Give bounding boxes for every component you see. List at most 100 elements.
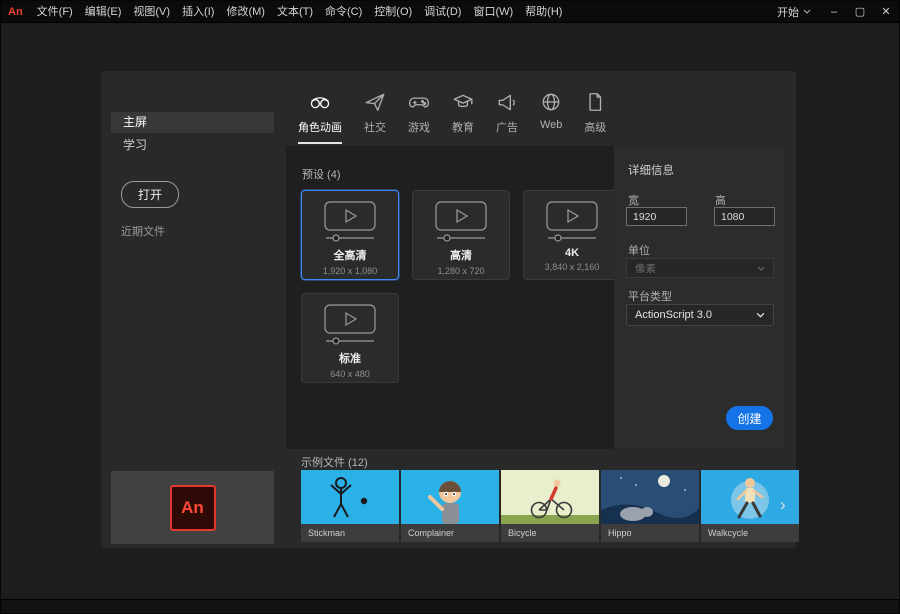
menubar: An 文件(F) 编辑(E) 视图(V) 插入(I) 修改(M) 文本(T) 命… [1, 1, 899, 23]
globe-icon [540, 91, 562, 113]
video-placeholder-icon [324, 201, 376, 243]
platform-type-label: 平台类型 [628, 288, 672, 304]
menu-item-modify[interactable]: 修改(M) [220, 1, 271, 23]
preset-name: 标准 [339, 350, 361, 366]
menu-item-insert[interactable]: 插入(I) [176, 1, 220, 23]
preset-card-fullhd[interactable]: 全高清 1,920 x 1,080 [301, 190, 399, 280]
stickman-thumbnail [301, 470, 399, 524]
preset-card-hd[interactable]: 高清 1,280 x 720 [412, 190, 510, 280]
samples-header: 示例文件 (12) [301, 454, 368, 470]
hippo-thumbnail [601, 470, 699, 524]
start-screen-panel: 主屏 学习 打开 近期文件 An [101, 71, 796, 548]
close-button[interactable]: ✕ [873, 1, 899, 23]
sidebar-item-home[interactable]: 主屏 [111, 112, 274, 133]
preset-card-4k[interactable]: 4K 3,840 x 2,160 [523, 190, 621, 280]
video-placeholder-icon [546, 201, 598, 243]
tab-web[interactable]: Web [540, 91, 562, 144]
maximize-button[interactable]: ▢ [847, 1, 873, 23]
preset-size: 3,840 x 2,160 [545, 262, 600, 272]
main-area: 主屏 学习 打开 近期文件 An [1, 23, 899, 601]
samples-row: Stickman Complainer [301, 470, 799, 542]
platform-value: ActionScript 3.0 [635, 309, 712, 321]
titlebar-right: 开始 – ▢ ✕ [773, 1, 899, 23]
create-button[interactable]: 创建 [726, 406, 773, 430]
sample-name: Bicycle [501, 524, 599, 542]
width-field[interactable] [626, 207, 687, 226]
gamepad-icon [408, 91, 430, 113]
tab-social[interactable]: 社交 [364, 91, 386, 144]
tab-education[interactable]: 教育 [452, 91, 474, 144]
character-animation-icon [309, 91, 331, 113]
sample-name: Hippo [601, 524, 699, 542]
sidebar: 主屏 学习 打开 近期文件 An [101, 71, 286, 548]
preset-size: 640 x 480 [330, 369, 370, 379]
menu-item-help[interactable]: 帮助(H) [519, 1, 568, 23]
sample-name: Stickman [301, 524, 399, 542]
presets-section: 预设 (4) 全高清 1,920 x 1,080 [286, 146, 614, 449]
sample-card-stickman[interactable]: Stickman [301, 470, 399, 542]
recent-files-label: 近期文件 [121, 223, 165, 239]
document-icon [584, 91, 606, 113]
height-label: 高 [715, 192, 726, 208]
tab-label: 高级 [584, 119, 606, 135]
content-area: 角色动画 社交 [286, 71, 796, 548]
menu-item-window[interactable]: 窗口(W) [467, 1, 519, 23]
video-placeholder-icon [435, 201, 487, 243]
menu-item-commands[interactable]: 命令(C) [319, 1, 368, 23]
tab-label: 广告 [496, 119, 518, 135]
preset-name: 高清 [450, 247, 472, 263]
tab-label: 游戏 [408, 119, 430, 135]
preset-size: 1,280 x 720 [437, 266, 484, 276]
preset-name: 4K [565, 247, 579, 259]
tab-games[interactable]: 游戏 [408, 91, 430, 144]
video-placeholder-icon [324, 304, 376, 346]
chevron-down-icon [803, 9, 811, 14]
animate-start-window: An 文件(F) 编辑(E) 视图(V) 插入(I) 修改(M) 文本(T) 命… [0, 0, 900, 614]
open-button[interactable]: 打开 [121, 181, 179, 208]
unit-value: 像素 [635, 261, 656, 276]
menu-item-debug[interactable]: 调试(D) [418, 1, 467, 23]
presets-header: 预设 (4) [302, 166, 341, 182]
window-bottom-edge [1, 599, 899, 613]
tab-ads[interactable]: 广告 [496, 91, 518, 144]
height-field[interactable] [714, 207, 775, 226]
tab-character-animation[interactable]: 角色动画 [298, 91, 342, 144]
menu-item-text[interactable]: 文本(T) [271, 1, 319, 23]
bicycle-thumbnail [501, 470, 599, 524]
sample-card-complainer[interactable]: Complainer [401, 470, 499, 542]
menu-item-view[interactable]: 视图(V) [127, 1, 176, 23]
chevron-down-icon [756, 312, 765, 318]
app-logo-an: An [1, 6, 31, 18]
chevron-down-icon [757, 266, 765, 271]
minimize-button[interactable]: – [821, 1, 847, 23]
sample-name: Complainer [401, 524, 499, 542]
unit-select[interactable]: 像素 [626, 258, 774, 278]
menu-item-edit[interactable]: 编辑(E) [79, 1, 128, 23]
tab-label: 角色动画 [298, 119, 342, 135]
menu-item-file[interactable]: 文件(F) [31, 1, 79, 23]
workspace-switcher[interactable]: 开始 [773, 4, 803, 20]
complainer-thumbnail [401, 470, 499, 524]
sidebar-item-learn[interactable]: 学习 [111, 135, 274, 156]
platform-select[interactable]: ActionScript 3.0 [626, 304, 774, 326]
details-title: 详细信息 [628, 162, 674, 178]
samples-next-arrow[interactable]: › [780, 495, 786, 515]
unit-label: 单位 [628, 242, 650, 258]
app-logo-card: An [111, 471, 274, 544]
tab-label: Web [540, 119, 562, 131]
tab-label: 社交 [364, 119, 386, 135]
tab-advanced[interactable]: 高级 [584, 91, 606, 144]
preset-size: 1,920 x 1,080 [323, 266, 378, 276]
width-label: 宽 [628, 192, 639, 208]
megaphone-icon [496, 91, 518, 113]
details-panel: 详细信息 宽 高 单位 像素 平台类型 ActionScript 3.0 [614, 146, 784, 449]
sample-name: Walkcycle [701, 524, 799, 542]
sample-card-hippo[interactable]: Hippo [601, 470, 699, 542]
tab-label: 教育 [452, 119, 474, 135]
graduation-cap-icon [452, 91, 474, 113]
paper-plane-icon [364, 91, 386, 113]
preset-card-standard[interactable]: 标准 640 x 480 [301, 293, 399, 383]
menu-item-control[interactable]: 控制(O) [368, 1, 418, 23]
sample-card-bicycle[interactable]: Bicycle [501, 470, 599, 542]
animate-logo: An [170, 485, 216, 531]
